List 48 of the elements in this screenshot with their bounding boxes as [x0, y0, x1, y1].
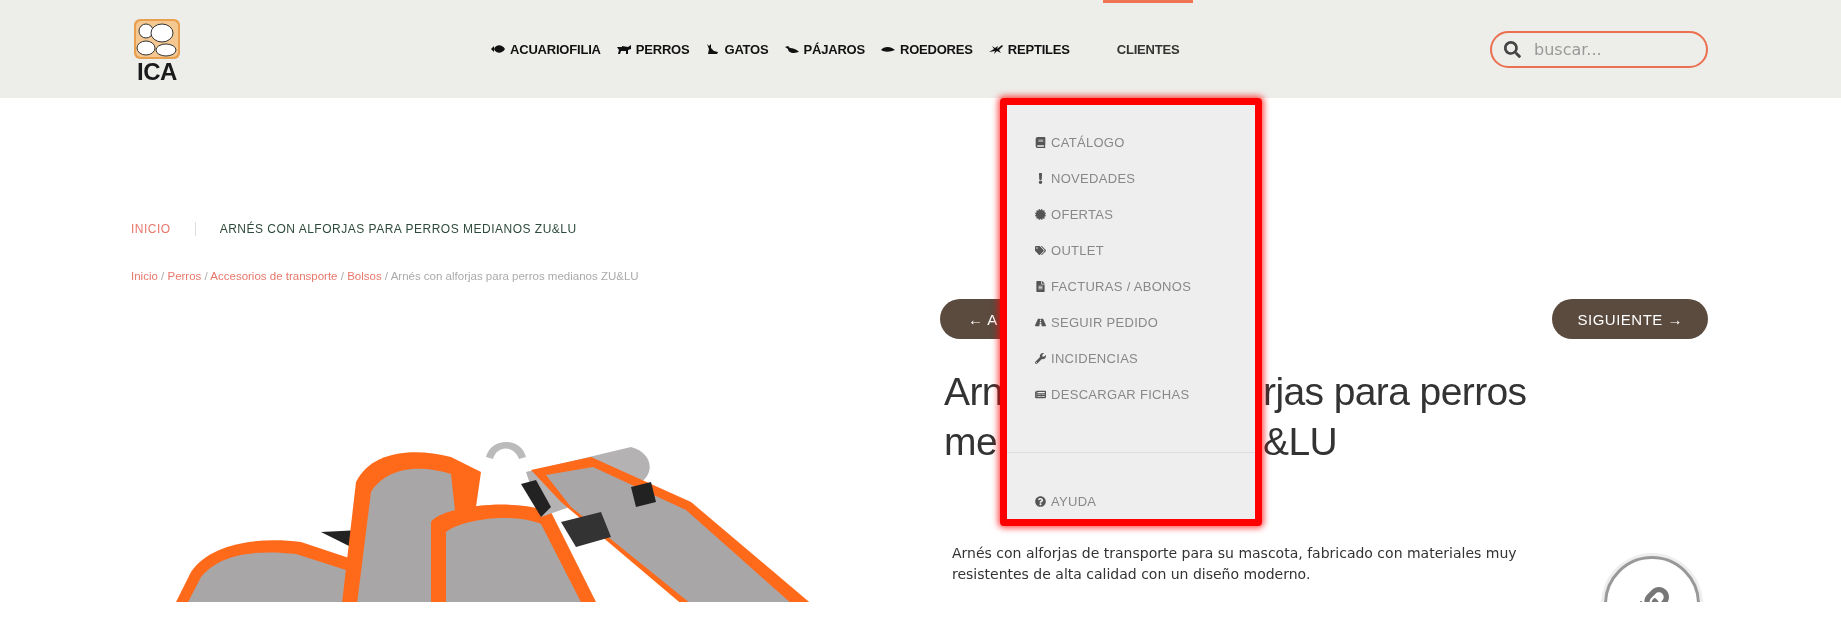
- road-icon: [1035, 316, 1046, 328]
- breadcrumb-separator: /: [384, 270, 389, 282]
- menu-item[interactable]: OFERTAS: [1035, 196, 1255, 233]
- breadcrumb-tab[interactable]: INICIO: [131, 222, 171, 236]
- badge-icon: [1035, 209, 1046, 221]
- product-title: &LU: [1263, 418, 1338, 465]
- menu-item[interactable]: AYUDA: [1035, 483, 1255, 519]
- book-icon: [1035, 137, 1046, 149]
- breadcrumb-current: Arnés con alforjas para perros medianos ZU&LU: [390, 270, 639, 282]
- document-icon: [1035, 281, 1046, 292]
- next-button[interactable]: SIGUIENTE →: [1552, 299, 1708, 339]
- nav-link[interactable]: PERROS: [615, 0, 690, 98]
- breadcrumb-link[interactable]: Perros: [167, 270, 202, 282]
- menu-item[interactable]: DESCARGAR FICHAS: [1035, 376, 1255, 413]
- newspaper-icon: [1035, 388, 1046, 400]
- menu-item[interactable]: OUTLET: [1035, 232, 1255, 269]
- logo-text: ICA: [137, 59, 177, 84]
- breadcrumb-separator: /: [204, 270, 208, 282]
- help-icon: [1035, 495, 1046, 507]
- dog-icon: [615, 43, 632, 55]
- nav-link[interactable]: GATOS: [704, 0, 769, 98]
- logo-icon: [134, 18, 180, 59]
- breadcrumb-link[interactable]: Bolsos: [347, 270, 382, 282]
- menu-item[interactable]: NOVEDADES: [1035, 160, 1255, 197]
- breadcrumb-separator: /: [340, 270, 344, 282]
- bird-icon: [783, 43, 800, 55]
- breadcrumb-link[interactable]: Inicio: [131, 270, 158, 282]
- product-title: rjas para perros: [1263, 369, 1527, 415]
- lizard-icon: [987, 43, 1004, 55]
- menu-item[interactable]: INCIDENCIAS: [1035, 340, 1255, 377]
- product-description: Arnés con alforjas de transporte para su mascota, fabricado con materiales muy resistentes de alta calidad con un diseño moderno.: [952, 543, 1518, 584]
- fish-icon: [490, 43, 506, 55]
- nav-link[interactable]: PÁJAROS: [783, 0, 865, 98]
- search-icon: [1504, 40, 1521, 58]
- nav-link[interactable]: ACUARIOFILIA: [490, 0, 601, 98]
- menu-item[interactable]: SEGUIR PEDIDO: [1035, 304, 1255, 341]
- wrench-icon: [1035, 352, 1046, 364]
- product-title: me: [944, 418, 997, 465]
- nav-link[interactable]: ROEDORES: [879, 0, 973, 98]
- tags-icon: [1035, 245, 1046, 257]
- cat-icon: [704, 43, 721, 55]
- search-field[interactable]: buscar...: [1490, 30, 1708, 68]
- menu-item[interactable]: FACTURAS / ABONOS: [1035, 268, 1255, 305]
- menu-item[interactable]: CATÁLOGO: [1035, 125, 1255, 161]
- breadcrumb-tab[interactable]: ARNÉS CON ALFORJAS PARA PERROS MEDIANOS ZU&LU: [219, 222, 577, 236]
- nav-link[interactable]: REPTILES: [987, 0, 1070, 98]
- breadcrumb-separator: /: [161, 270, 165, 282]
- breadcrumb-link[interactable]: Accesorios de transporte: [210, 270, 338, 282]
